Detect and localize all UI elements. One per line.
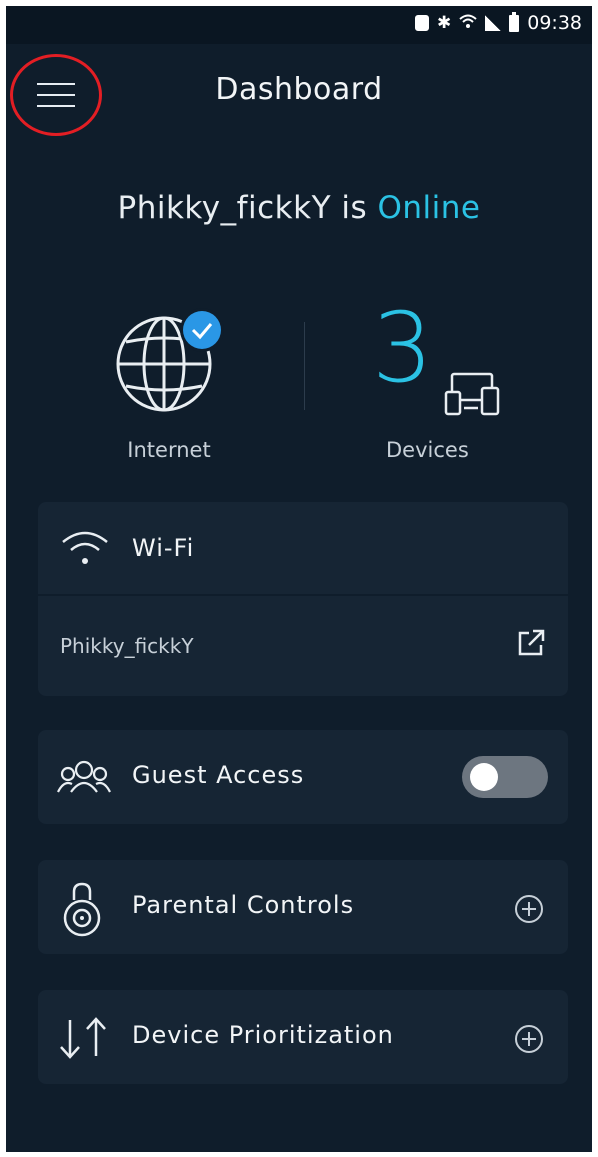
phone-screen: ✱ 09:38 Dashboard Phikky_fickkY is Onlin… — [6, 6, 592, 1152]
internet-status[interactable]: Internet — [104, 304, 234, 474]
lock-shield-icon — [56, 882, 108, 937]
guest-access-card[interactable]: Guest Access — [38, 730, 568, 824]
lock-icon — [414, 15, 429, 31]
priority-arrows-icon — [56, 1012, 108, 1064]
devices-label: Devices — [386, 438, 469, 462]
bluetooth-icon: ✱ — [436, 12, 452, 33]
external-link-icon[interactable] — [516, 628, 546, 658]
toggle-knob — [470, 763, 498, 791]
stat-divider — [304, 322, 305, 410]
page-title: Dashboard — [215, 72, 383, 107]
device-prioritization-label: Device Prioritization — [132, 1021, 394, 1049]
globe-icon — [114, 304, 224, 414]
devices-icon — [444, 370, 500, 416]
wifi-title: Wi-Fi — [132, 534, 195, 562]
parental-controls-card[interactable]: Parental Controls — [38, 860, 568, 954]
wifi-network-name: Phikky_fickkY — [60, 634, 194, 658]
wifi-card: Wi-Fi Phikky_fickkY — [38, 502, 568, 696]
wifi-signal-icon — [459, 14, 477, 33]
internet-label: Internet — [127, 438, 211, 462]
cell-signal-icon — [485, 15, 502, 31]
plus-circle-icon[interactable] — [514, 894, 544, 924]
online-status: Online — [377, 190, 481, 226]
devices-count: 3 — [372, 292, 434, 404]
status-icons: ✱ 09:38 — [414, 11, 582, 34]
guest-users-icon — [56, 752, 111, 804]
plus-circle-icon[interactable] — [514, 1024, 544, 1054]
device-prioritization-card[interactable]: Device Prioritization — [38, 990, 568, 1084]
wifi-icon — [60, 528, 110, 568]
status-bar: ✱ 09:38 — [6, 6, 592, 44]
network-status: Phikky_fickkY is Online — [6, 190, 592, 226]
devices-status[interactable]: 3 Devices — [368, 300, 508, 472]
status-time: 09:38 — [527, 12, 582, 34]
battery-icon — [509, 11, 520, 32]
status-connector: is — [341, 190, 368, 226]
wifi-header[interactable]: Wi-Fi — [38, 502, 568, 596]
parental-controls-label: Parental Controls — [132, 891, 355, 919]
network-name: Phikky_fickkY — [117, 190, 332, 226]
guest-access-label: Guest Access — [132, 761, 305, 789]
wifi-network-row[interactable]: Phikky_fickkY — [38, 598, 568, 696]
guest-access-toggle[interactable] — [462, 756, 548, 798]
check-badge-icon — [180, 308, 224, 352]
